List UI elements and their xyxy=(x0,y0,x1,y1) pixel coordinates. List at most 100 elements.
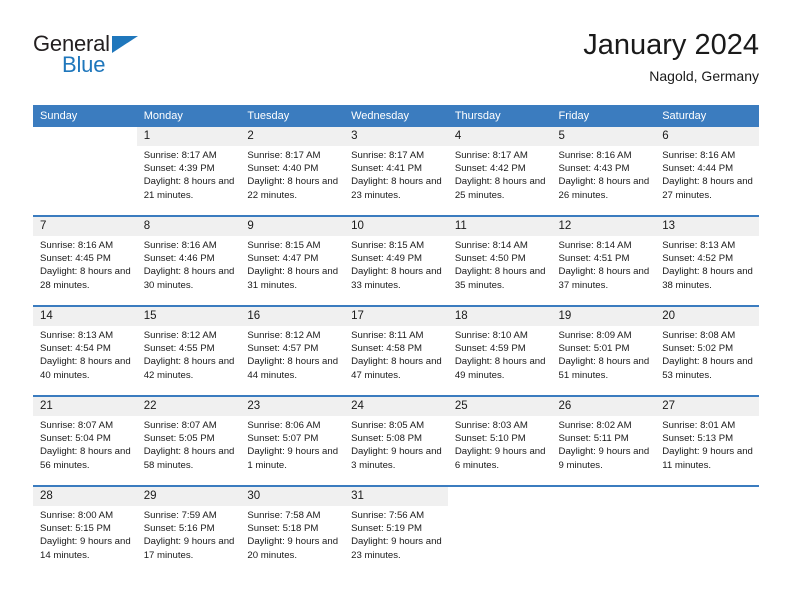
calendar-day-cell[interactable]: 1 Sunrise: 8:17 AM Sunset: 4:39 PM Daylight… xyxy=(136,127,241,216)
calendar-day-cell[interactable]: 7 Sunrise: 8:16 AM Sunset: 4:45 PM Daylight… xyxy=(33,215,137,306)
daylight-text: Daylight: 8 hours and 35 minutes. xyxy=(454,266,546,291)
calendar-day-cell[interactable]: 26 Sunrise: 8:02 AM Sunset: 5:11 PM Dayligh… xyxy=(551,395,656,486)
day-number: 27 xyxy=(655,397,759,416)
calendar-day-cell[interactable]: 29 Sunrise: 7:59 AM Sunset: 5:16 PM Dayligh… xyxy=(136,485,241,575)
calendar-day-cell[interactable]: 30 Sunrise: 7:58 AM Sunset: 5:18 PM Dayligh… xyxy=(240,485,345,575)
sunset-text: Sunset: 4:59 PM xyxy=(454,343,526,355)
calendar-day-cell[interactable]: 12 Sunrise: 8:14 AM Sunset: 4:51 PM Dayligh… xyxy=(551,215,656,306)
day-details: Sunrise: 8:10 AM Sunset: 4:59 PM Daylight:… xyxy=(448,326,552,382)
daylight-text: Daylight: 8 hours and 25 minutes. xyxy=(454,176,546,201)
sunset-text: Sunset: 4:45 PM xyxy=(40,253,111,265)
sunset-text: Sunset: 5:07 PM xyxy=(247,433,319,445)
sunset-text: Sunset: 4:47 PM xyxy=(247,253,319,265)
calendar-day-cell[interactable]: 28 Sunrise: 8:00 AM Sunset: 5:15 PM Dayligh… xyxy=(33,485,137,575)
calendar-day-cell[interactable]: 17 Sunrise: 8:11 AM Sunset: 4:58 PM Dayligh… xyxy=(344,305,448,396)
sunrise-text: Sunrise: 8:12 AM xyxy=(143,330,217,341)
calendar-day-cell[interactable]: 3 Sunrise: 8:17 AM Sunset: 4:41 PM Daylight… xyxy=(344,127,448,216)
calendar-day-cell[interactable]: 14 Sunrise: 8:13 AM Sunset: 4:54 PM Dayligh… xyxy=(33,305,137,396)
day-number: 10 xyxy=(344,217,448,236)
day-details: Sunrise: 8:03 AM Sunset: 5:10 PM Daylight:… xyxy=(448,416,552,472)
day-details: Sunrise: 8:17 AM Sunset: 4:39 PM Daylight:… xyxy=(137,146,241,202)
calendar-day-cell[interactable]: 8 Sunrise: 8:16 AM Sunset: 4:46 PM Daylight… xyxy=(136,215,241,306)
daylight-text: Daylight: 9 hours and 1 minute. xyxy=(247,446,339,471)
sunrise-text: Sunrise: 8:16 AM xyxy=(40,240,114,251)
calendar-day-cell[interactable]: 25 Sunrise: 8:03 AM Sunset: 5:10 PM Dayligh… xyxy=(447,395,552,486)
day-number: 12 xyxy=(551,217,656,236)
sunrise-text: Sunrise: 8:11 AM xyxy=(351,330,424,341)
calendar-day-cell[interactable]: 15 Sunrise: 8:12 AM Sunset: 4:55 PM Dayligh… xyxy=(136,305,241,396)
day-details: Sunrise: 8:17 AM Sunset: 4:40 PM Daylight:… xyxy=(240,146,344,202)
sunset-text: Sunset: 5:08 PM xyxy=(351,433,423,445)
calendar-day-cell[interactable]: 2 Sunrise: 8:17 AM Sunset: 4:40 PM Daylight… xyxy=(240,127,345,216)
sunset-text: Sunset: 4:43 PM xyxy=(558,163,630,175)
sunrise-text: Sunrise: 7:56 AM xyxy=(351,510,425,521)
sunrise-text: Sunrise: 8:17 AM xyxy=(143,150,217,161)
weekday-header-tuesday: Tuesday xyxy=(240,105,345,127)
calendar-day-cell[interactable]: 13 Sunrise: 8:13 AM Sunset: 4:52 PM Dayligh… xyxy=(655,215,759,306)
calendar-day-cell[interactable]: 16 Sunrise: 8:12 AM Sunset: 4:57 PM Dayligh… xyxy=(240,305,345,396)
sunrise-text: Sunrise: 8:01 AM xyxy=(662,420,736,431)
daylight-text: Daylight: 8 hours and 31 minutes. xyxy=(247,266,339,291)
calendar-header-row: Sunday Monday Tuesday Wednesday Thursday Frid… xyxy=(33,105,759,127)
sunrise-text: Sunrise: 7:58 AM xyxy=(247,510,321,521)
calendar-day-cell[interactable]: 20 Sunrise: 8:08 AM Sunset: 5:02 PM Dayligh… xyxy=(655,305,759,396)
calendar-day-cell[interactable]: 5 Sunrise: 8:16 AM Sunset: 4:43 PM Daylight… xyxy=(551,127,656,216)
daylight-text: Daylight: 8 hours and 51 minutes. xyxy=(558,356,650,381)
calendar-day-cell[interactable]: 6 Sunrise: 8:16 AM Sunset: 4:44 PM Daylight… xyxy=(655,127,759,216)
calendar-day-cell-empty xyxy=(447,485,552,575)
calendar-day-cell[interactable]: 21 Sunrise: 8:07 AM Sunset: 5:04 PM Dayligh… xyxy=(33,395,137,486)
sunrise-text: Sunrise: 8:14 AM xyxy=(558,240,632,251)
calendar-day-cell[interactable]: 4 Sunrise: 8:17 AM Sunset: 4:42 PM Daylight… xyxy=(447,127,552,216)
day-number xyxy=(552,487,656,506)
sunset-text: Sunset: 5:13 PM xyxy=(662,433,734,445)
sunset-text: Sunset: 4:40 PM xyxy=(247,163,319,175)
title-block: January 2024 Nagold, Germany xyxy=(583,28,759,86)
calendar-day-cell[interactable]: 19 Sunrise: 8:09 AM Sunset: 5:01 PM Dayligh… xyxy=(551,305,656,396)
calendar-day-cell[interactable]: 9 Sunrise: 8:15 AM Sunset: 4:47 PM Daylight… xyxy=(240,215,345,306)
day-details: Sunrise: 8:15 AM Sunset: 4:49 PM Daylight:… xyxy=(344,236,448,292)
sunrise-text: Sunrise: 8:16 AM xyxy=(143,240,217,251)
day-number: 2 xyxy=(240,127,345,146)
day-details: Sunrise: 8:08 AM Sunset: 5:02 PM Daylight:… xyxy=(655,326,759,382)
sunrise-text: Sunrise: 8:08 AM xyxy=(662,330,736,341)
sunset-text: Sunset: 5:04 PM xyxy=(40,433,111,445)
day-details: Sunrise: 8:15 AM Sunset: 4:47 PM Daylight:… xyxy=(240,236,344,292)
day-number: 22 xyxy=(136,397,241,416)
calendar-day-cell[interactable]: 18 Sunrise: 8:10 AM Sunset: 4:59 PM Dayligh… xyxy=(447,305,552,396)
sunrise-text: Sunrise: 8:06 AM xyxy=(247,420,321,431)
sunset-text: Sunset: 5:05 PM xyxy=(143,433,215,445)
day-number: 11 xyxy=(447,217,552,236)
calendar-day-cell[interactable]: 27 Sunrise: 8:01 AM Sunset: 5:13 PM Dayligh… xyxy=(655,395,759,486)
daylight-text: Daylight: 9 hours and 14 minutes. xyxy=(40,536,131,561)
day-number: 7 xyxy=(33,217,137,236)
sunrise-text: Sunrise: 8:16 AM xyxy=(558,150,632,161)
day-number: 14 xyxy=(33,307,137,326)
calendar-day-cell[interactable]: 22 Sunrise: 8:07 AM Sunset: 5:05 PM Dayligh… xyxy=(136,395,241,486)
day-details: Sunrise: 8:16 AM Sunset: 4:44 PM Daylight:… xyxy=(655,146,759,202)
logo-text-blue: Blue xyxy=(62,52,106,77)
daylight-text: Daylight: 8 hours and 40 minutes. xyxy=(40,356,131,381)
day-details: Sunrise: 8:17 AM Sunset: 4:42 PM Daylight:… xyxy=(448,146,552,202)
calendar-day-cell[interactable]: 10 Sunrise: 8:15 AM Sunset: 4:49 PM Dayligh… xyxy=(344,215,448,306)
sunrise-text: Sunrise: 8:15 AM xyxy=(247,240,321,251)
sunrise-text: Sunrise: 8:17 AM xyxy=(247,150,321,161)
sunset-text: Sunset: 4:46 PM xyxy=(143,253,215,265)
day-number: 28 xyxy=(33,487,137,506)
daylight-text: Daylight: 8 hours and 53 minutes. xyxy=(662,356,753,381)
daylight-text: Daylight: 8 hours and 33 minutes. xyxy=(351,266,442,291)
day-details: Sunrise: 8:14 AM Sunset: 4:51 PM Daylight:… xyxy=(552,236,656,292)
calendar-day-cell[interactable]: 23 Sunrise: 8:06 AM Sunset: 5:07 PM Dayligh… xyxy=(240,395,345,486)
sunset-text: Sunset: 4:54 PM xyxy=(40,343,111,355)
sunset-text: Sunset: 4:58 PM xyxy=(351,343,423,355)
day-number: 30 xyxy=(240,487,345,506)
day-details: Sunrise: 8:00 AM Sunset: 5:15 PM Daylight:… xyxy=(33,506,137,562)
day-number: 3 xyxy=(344,127,448,146)
daylight-text: Daylight: 8 hours and 28 minutes. xyxy=(40,266,131,291)
weekday-header-monday: Monday xyxy=(136,105,241,127)
calendar-day-cell[interactable]: 24 Sunrise: 8:05 AM Sunset: 5:08 PM Dayligh… xyxy=(344,395,448,486)
day-number: 24 xyxy=(344,397,448,416)
calendar-day-cell[interactable]: 31 Sunrise: 7:56 AM Sunset: 5:19 PM Dayligh… xyxy=(344,485,448,575)
calendar-day-cell[interactable]: 11 Sunrise: 8:14 AM Sunset: 4:50 PM Dayligh… xyxy=(447,215,552,306)
day-details: Sunrise: 7:58 AM Sunset: 5:18 PM Daylight:… xyxy=(240,506,344,562)
sunrise-text: Sunrise: 7:59 AM xyxy=(143,510,217,521)
